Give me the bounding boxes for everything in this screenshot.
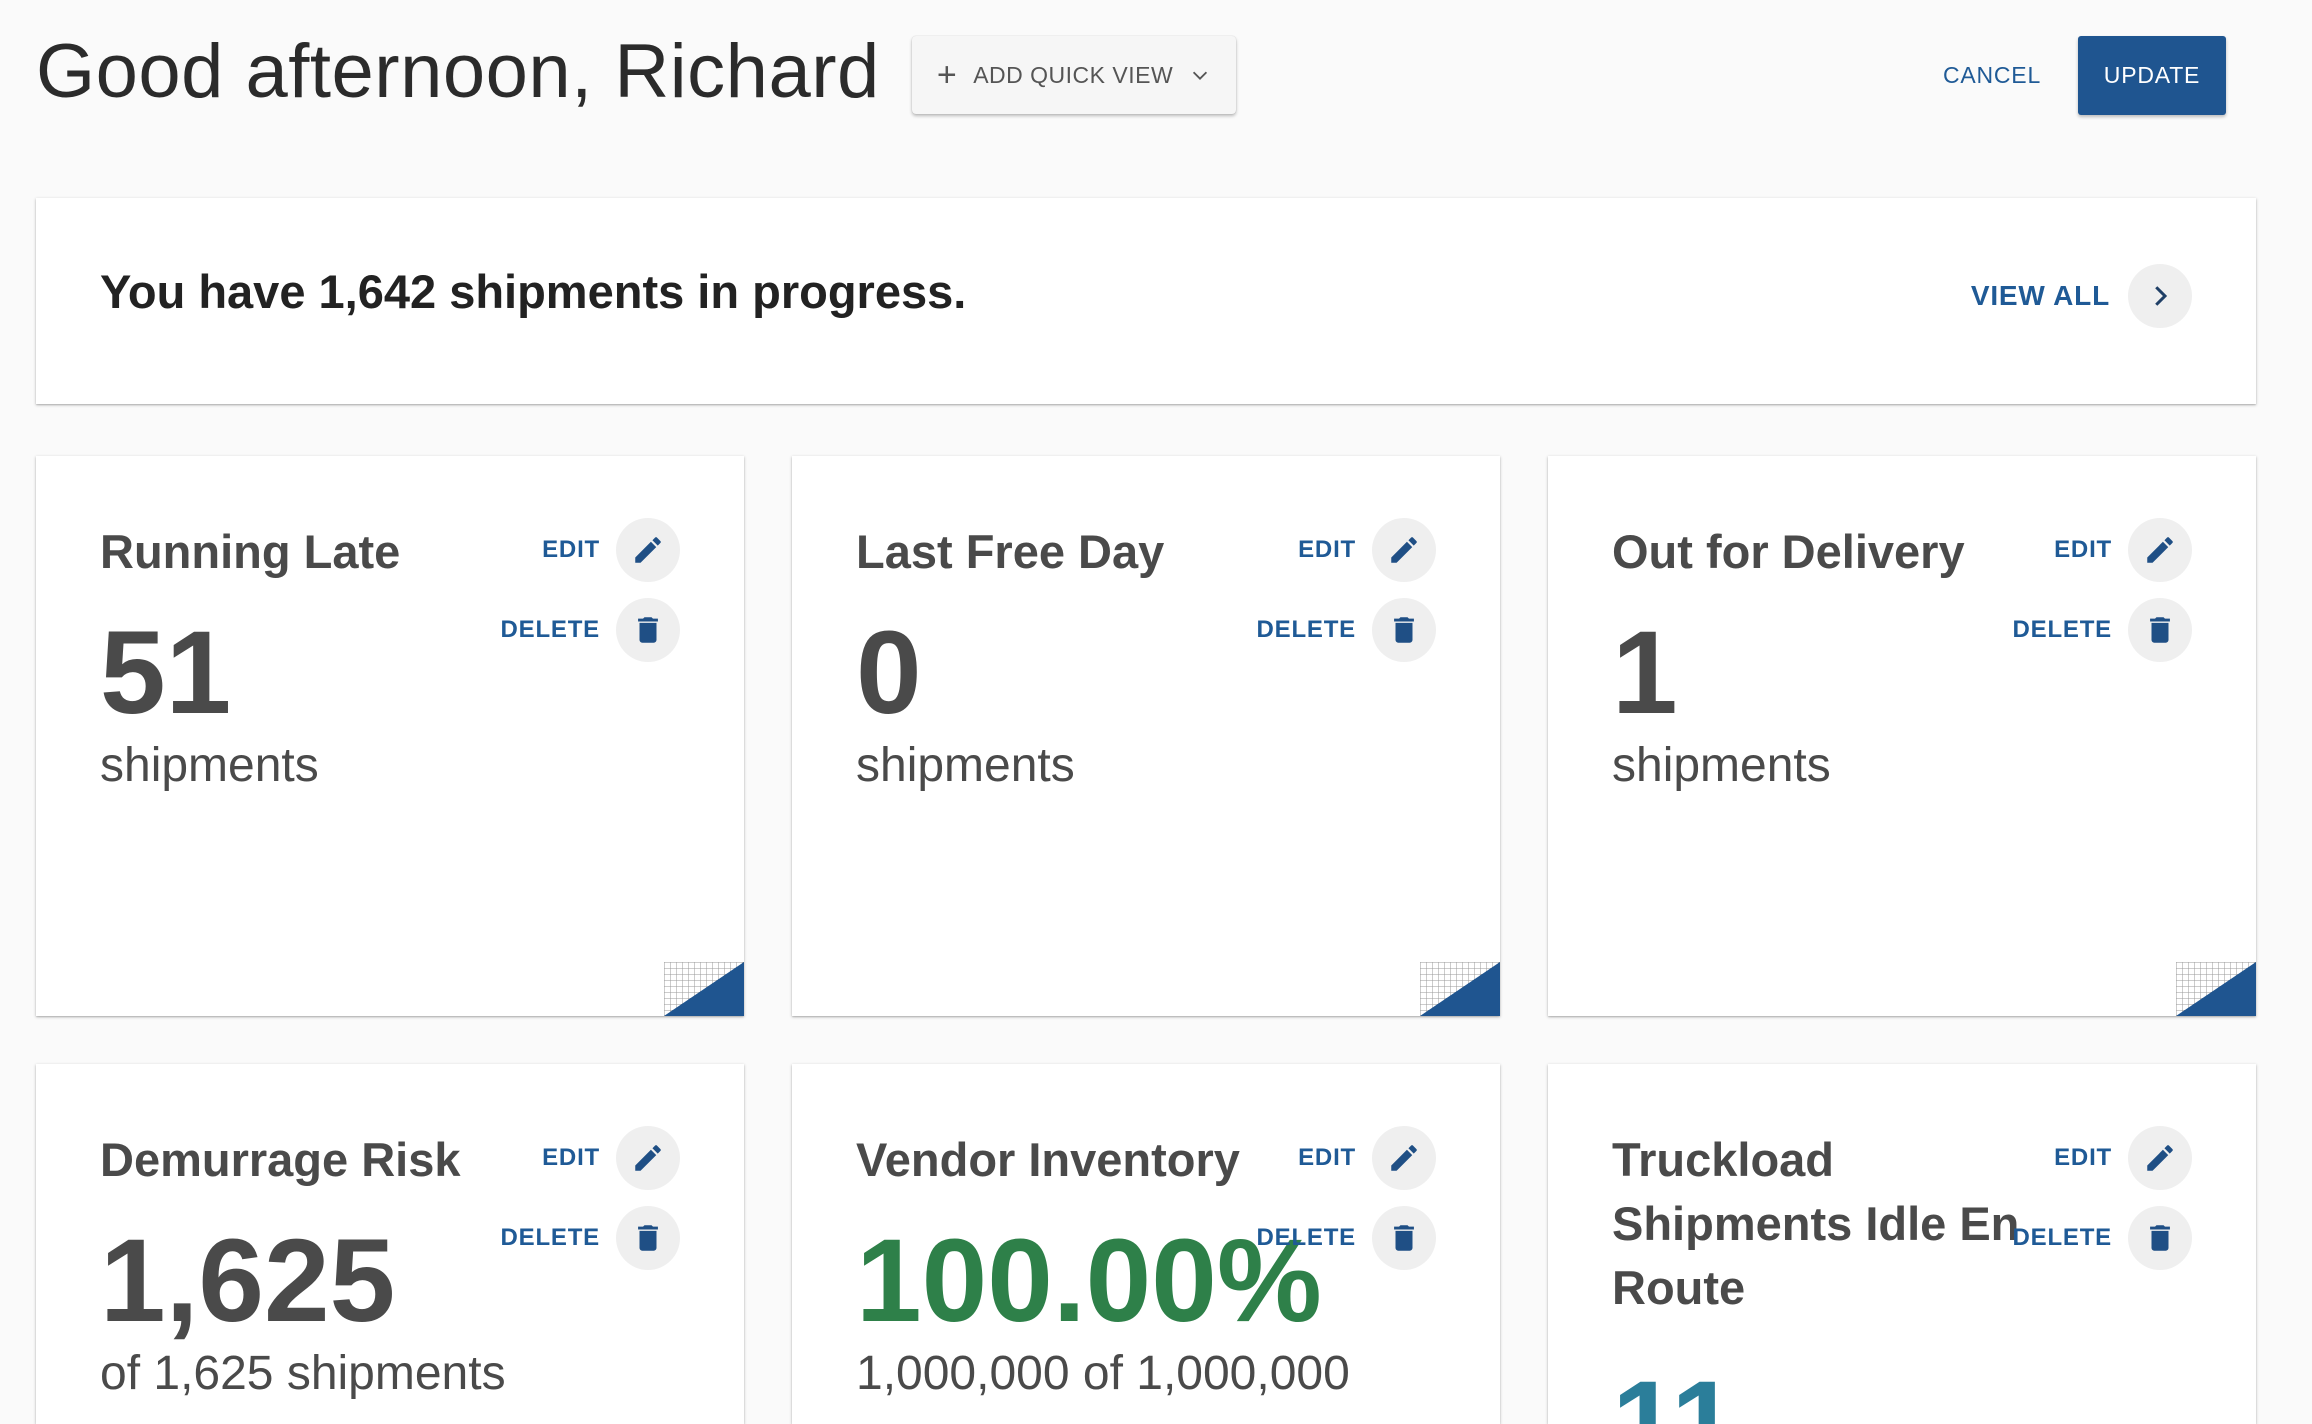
resize-handle-icon[interactable] — [664, 962, 744, 1016]
quick-view-card: Running Late 51 shipments EDIT DELETE — [36, 456, 744, 1016]
card-value: 100.00% — [856, 1215, 1322, 1347]
quick-view-card: Demurrage Risk 1,625 of 1,625 shipments EDI… — [36, 1064, 744, 1424]
plus-icon: + — [936, 56, 958, 94]
quick-view-card: Last Free Day 0 shipments EDIT DELETE — [792, 456, 1500, 1016]
trash-icon[interactable] — [2128, 598, 2192, 662]
delete-label: DELETE — [500, 616, 600, 643]
trash-icon[interactable] — [2128, 1206, 2192, 1270]
view-all-label: VIEW ALL — [1970, 280, 2110, 311]
edit-label: EDIT — [2054, 536, 2112, 563]
delete-card-button[interactable]: DELETE — [501, 1206, 680, 1270]
cancel-button[interactable]: CANCEL — [1930, 36, 2054, 114]
quick-view-card: Truckload Shipments Idle En Route 11 EDIT D… — [1548, 1064, 2256, 1424]
greeting-title: Good afternoon, Richard — [36, 29, 880, 114]
quick-view-card: Out for Delivery 1 shipments EDIT DELETE — [1548, 456, 2256, 1016]
card-title: Demurrage Risk — [100, 1133, 461, 1186]
delete-label: DELETE — [500, 1224, 600, 1251]
edit-label: EDIT — [1298, 536, 1356, 563]
edit-card-button[interactable]: EDIT — [2054, 518, 2192, 582]
delete-card-button[interactable]: DELETE — [501, 598, 680, 662]
add-quick-view-button[interactable]: + ADD QUICK VIEW — [912, 36, 1236, 114]
view-all-link[interactable]: VIEW ALL — [1971, 264, 2192, 328]
card-unit: shipments — [1612, 739, 1831, 792]
trash-icon[interactable] — [1372, 598, 1436, 662]
edit-label: EDIT — [2054, 1144, 2112, 1171]
card-value: 11 — [1612, 1357, 1737, 1424]
card-unit: of 1,625 shipments — [100, 1347, 506, 1400]
delete-label: DELETE — [1256, 616, 1356, 643]
edit-card-button[interactable]: EDIT — [542, 1126, 680, 1190]
card-title: Running Late — [100, 525, 401, 578]
shipments-summary-banner: You have 1,642 shipments in progress. VI… — [36, 198, 2256, 404]
card-title: Vendor Inventory — [856, 1133, 1240, 1186]
edit-card-button[interactable]: EDIT — [1298, 518, 1436, 582]
chevron-down-icon — [1193, 71, 1208, 80]
card-value: 1 — [1612, 607, 1678, 739]
delete-card-button[interactable]: DELETE — [1257, 598, 1436, 662]
pencil-icon[interactable] — [616, 518, 680, 582]
shipments-in-progress-message: You have 1,642 shipments in progress. — [100, 265, 967, 318]
pencil-icon[interactable] — [2128, 1126, 2192, 1190]
card-value: 1,625 — [100, 1215, 396, 1347]
update-button[interactable]: UPDATE — [2078, 36, 2226, 115]
trash-icon[interactable] — [616, 598, 680, 662]
edit-label: EDIT — [1298, 1144, 1356, 1171]
card-title: Last Free Day — [856, 525, 1165, 578]
card-value: 0 — [856, 607, 922, 739]
pencil-icon[interactable] — [616, 1126, 680, 1190]
delete-card-button[interactable]: DELETE — [2013, 598, 2192, 662]
edit-label: EDIT — [542, 536, 600, 563]
trash-icon[interactable] — [616, 1206, 680, 1270]
card-unit: shipments — [856, 739, 1075, 792]
trash-icon[interactable] — [1372, 1206, 1436, 1270]
delete-label: DELETE — [1256, 1224, 1356, 1251]
edit-card-button[interactable]: EDIT — [2054, 1126, 2192, 1190]
resize-handle-icon[interactable] — [2176, 962, 2256, 1016]
card-value: 51 — [100, 607, 232, 739]
quick-view-card: Vendor Inventory 100.00% 1,000,000 of 1,00… — [792, 1064, 1500, 1424]
card-title: Out for Delivery — [1612, 525, 1965, 578]
edit-card-button[interactable]: EDIT — [1298, 1126, 1436, 1190]
card-title: Truckload Shipments Idle En Route — [1612, 1133, 2020, 1314]
resize-handle-icon[interactable] — [1420, 962, 1500, 1016]
pencil-icon[interactable] — [1372, 1126, 1436, 1190]
edit-label: EDIT — [542, 1144, 600, 1171]
add-quick-view-label: ADD QUICK VIEW — [973, 61, 1174, 88]
delete-label: DELETE — [2012, 616, 2112, 643]
card-unit: 1,000,000 of 1,000,000 — [856, 1347, 1350, 1400]
delete-card-button[interactable]: DELETE — [2013, 1206, 2192, 1270]
pencil-icon[interactable] — [1372, 518, 1436, 582]
chevron-right-icon[interactable] — [2128, 264, 2192, 328]
delete-label: DELETE — [2012, 1224, 2112, 1251]
card-unit: shipments — [100, 739, 319, 792]
delete-card-button[interactable]: DELETE — [1257, 1206, 1436, 1270]
pencil-icon[interactable] — [2128, 518, 2192, 582]
edit-card-button[interactable]: EDIT — [542, 518, 680, 582]
